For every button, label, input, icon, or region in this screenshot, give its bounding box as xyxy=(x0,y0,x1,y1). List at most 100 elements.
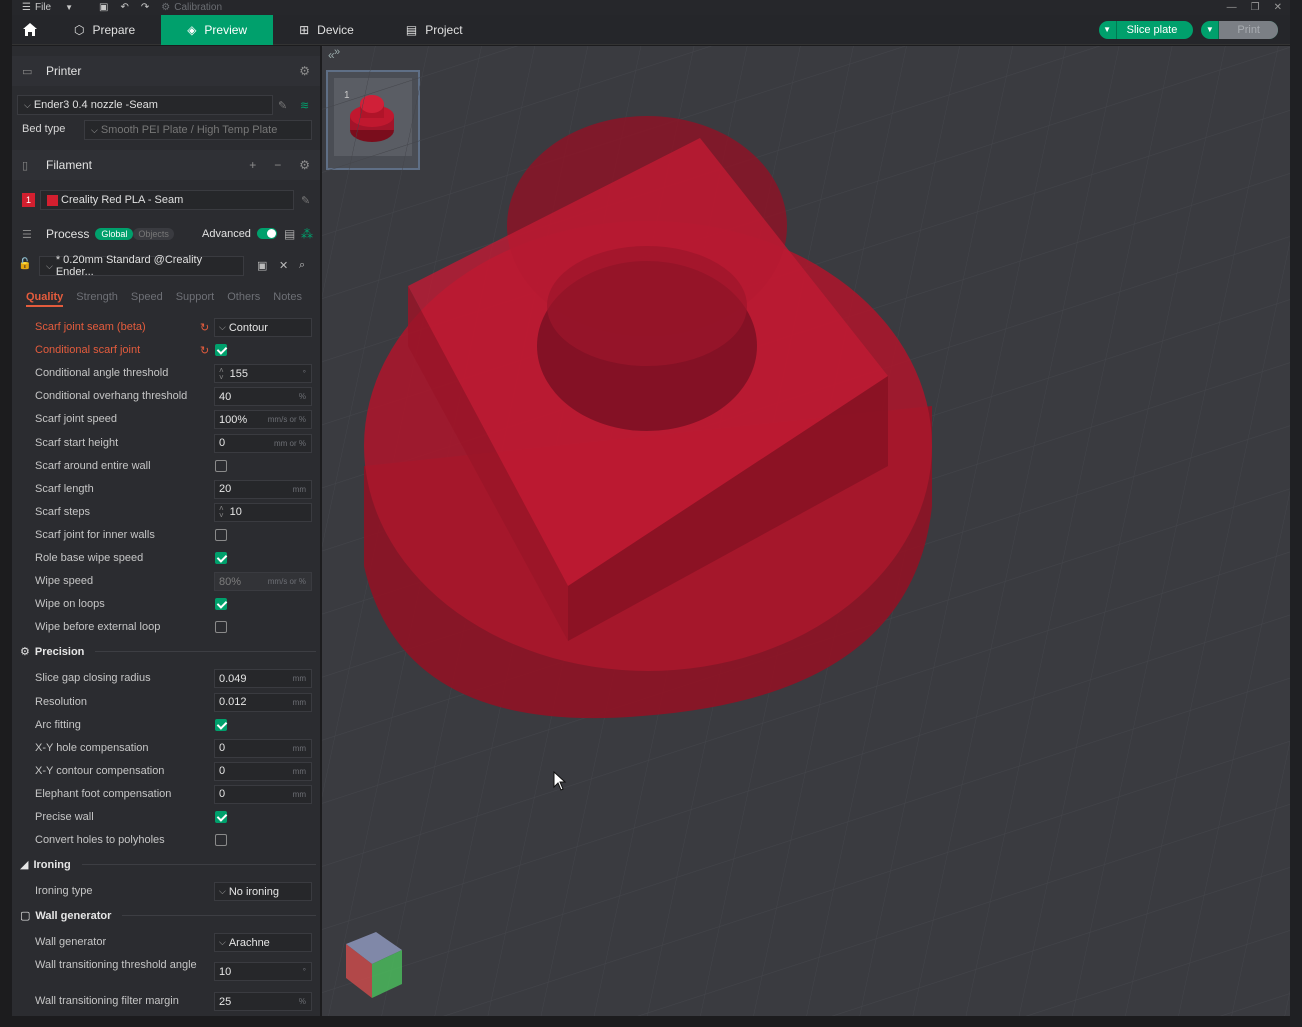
setting-row: Wall transitioning threshold angle 10 ° xyxy=(12,955,320,989)
model-render[interactable] xyxy=(322,46,1290,1016)
setting-input[interactable]: 20 mm xyxy=(214,479,312,499)
main-toolbar: ⬡ Prepare ◈ Preview ⊞ Device ▤ Project ▼… xyxy=(12,15,1290,45)
setting-label: Wall transitioning threshold angle xyxy=(35,959,197,972)
setting-row: Role base wipe speed xyxy=(12,548,320,570)
tab-support[interactable]: Support xyxy=(176,291,215,307)
setting-row: Slice gap closing radius 0.049 mm xyxy=(12,668,320,690)
setting-checkbox[interactable] xyxy=(215,811,227,823)
chevron-down-icon: ▼ xyxy=(65,3,74,12)
filament-select[interactable]: Creality Red PLA - Seam xyxy=(40,190,294,210)
bed-type-label: Bed type xyxy=(22,123,66,135)
sync-icon[interactable]: ⁂ xyxy=(301,227,313,241)
advanced-toggle[interactable] xyxy=(257,228,277,239)
print-button[interactable]: ▼ Print xyxy=(1201,20,1278,39)
spinner-icon[interactable]: ˄ ˅ xyxy=(219,505,224,520)
setting-checkbox[interactable] xyxy=(215,528,227,541)
global-toggle[interactable]: Global xyxy=(95,228,134,240)
redo-icon[interactable]: ↷ xyxy=(141,2,149,13)
view-cube[interactable] xyxy=(336,924,406,1004)
setting-input[interactable]: 0 mm xyxy=(214,784,312,804)
setting-checkbox[interactable] xyxy=(215,718,227,731)
process-preset-select[interactable]: ⌵ * 0.20mm Standard @Creality Ender... xyxy=(39,254,244,278)
setting-label: Scarf joint speed xyxy=(35,413,117,426)
setting-input[interactable]: 10 ° xyxy=(214,962,312,982)
edit-icon[interactable]: ✎ xyxy=(278,99,287,112)
setting-select[interactable]: ⌵ Contour xyxy=(214,318,312,337)
home-button[interactable] xyxy=(12,15,48,44)
setting-checkbox[interactable] xyxy=(215,552,227,564)
tab-others[interactable]: Others xyxy=(227,291,260,307)
reset-icon[interactable]: ↻ xyxy=(200,344,209,357)
remove-icon[interactable]: − xyxy=(274,158,281,172)
tab-quality[interactable]: Quality xyxy=(26,291,64,307)
save-preset-icon[interactable]: ▣ xyxy=(257,259,267,272)
setting-input[interactable]: 100% mm/s or % xyxy=(214,410,312,430)
calibration-icon: ⚙ xyxy=(161,2,171,13)
wifi-icon[interactable]: ≋ xyxy=(300,99,309,112)
setting-label: Ironing type xyxy=(35,885,93,898)
tab-device[interactable]: ⊞ Device xyxy=(273,15,380,45)
setting-input[interactable]: 0 mm xyxy=(214,761,312,781)
setting-input[interactable]: 0.012 mm xyxy=(214,692,312,712)
close-icon[interactable]: ✕ xyxy=(1274,2,1282,13)
setting-input[interactable]: ˄ ˅ 10 xyxy=(214,502,312,522)
tab-notes[interactable]: Notes xyxy=(273,291,302,307)
project-icon: ▤ xyxy=(405,23,418,37)
lock-icon: 🔓 xyxy=(18,258,32,270)
reset-icon[interactable]: ↻ xyxy=(200,321,209,334)
settings-gear-icon[interactable]: ⚙ xyxy=(299,64,310,78)
cube-icon: ⬡ xyxy=(74,23,85,37)
setting-input[interactable]: 40% xyxy=(214,387,312,407)
save-icon[interactable]: ▣ xyxy=(99,2,108,13)
precision-group-header[interactable]: ⚙ Precision xyxy=(20,645,316,659)
setting-checkbox[interactable] xyxy=(215,621,227,634)
setting-input[interactable]: 25% xyxy=(214,992,312,1012)
add-icon[interactable]: + xyxy=(249,158,256,172)
bed-type-select[interactable]: ⌵ Smooth PEI Plate / High Temp Plate xyxy=(84,120,312,140)
tab-speed[interactable]: Speed xyxy=(131,291,163,307)
setting-label: Resolution xyxy=(35,695,87,708)
tab-project[interactable]: ▤ Project xyxy=(380,15,489,45)
maximize-icon[interactable]: ❐ xyxy=(1251,2,1260,13)
setting-checkbox[interactable] xyxy=(215,598,227,611)
tab-strength[interactable]: Strength xyxy=(76,291,118,307)
tab-prepare[interactable]: ⬡ Prepare xyxy=(48,15,161,45)
spinner-icon[interactable]: ˄ ˅ xyxy=(219,366,224,381)
setting-select[interactable]: ⌵ No ironing xyxy=(214,882,312,902)
printer-select[interactable]: ⌵ Ender3 0.4 nozzle -Seam xyxy=(17,95,273,115)
ironing-group-header[interactable]: ◢ Ironing xyxy=(20,858,316,872)
wall-generator-group-header[interactable]: ▢ Wall generator xyxy=(20,909,316,923)
file-menu[interactable]: ☰ File ▼ xyxy=(22,2,73,13)
slice-plate-button[interactable]: ▼ Slice plate xyxy=(1098,20,1194,39)
ironing-icon: ◢ xyxy=(20,859,29,872)
setting-checkbox[interactable] xyxy=(215,344,227,357)
wall-generator-icon: ▢ xyxy=(20,910,31,923)
setting-select[interactable]: ⌵ Arachne xyxy=(214,933,312,953)
setting-row: Convert holes to polyholes xyxy=(12,830,320,852)
setting-input[interactable]: 0.049 mm xyxy=(214,669,312,689)
window-edge xyxy=(1290,0,1302,1027)
setting-input[interactable]: 0 mm or % xyxy=(214,433,312,453)
chevron-down-icon[interactable]: ▼ xyxy=(1099,20,1117,39)
calibration-menu[interactable]: ⚙ Calibration xyxy=(161,2,222,13)
setting-input[interactable]: ˄ ˅ 155 ° xyxy=(214,364,312,384)
setting-row: Wipe speed 80% mm/s or % xyxy=(12,571,320,593)
setting-label: Precise wall xyxy=(35,811,94,823)
objects-toggle[interactable]: Objects xyxy=(133,228,174,240)
setting-input[interactable]: 0 mm xyxy=(214,738,312,758)
setting-checkbox[interactable] xyxy=(215,834,227,847)
3d-viewport[interactable]: « » 1 xyxy=(322,46,1290,1016)
delete-preset-icon[interactable]: ✕ xyxy=(279,259,288,272)
chevron-down-icon[interactable]: ▼ xyxy=(1201,20,1220,39)
minimize-icon[interactable]: — xyxy=(1227,2,1237,13)
setting-input[interactable]: 80% mm/s or % xyxy=(214,572,312,592)
edit-icon[interactable]: ✎ xyxy=(301,194,310,207)
chevron-down-icon: ⌵ xyxy=(91,124,98,135)
compare-icon[interactable]: ▤ xyxy=(284,227,295,241)
settings-gear-icon[interactable]: ⚙ xyxy=(299,158,310,172)
undo-icon[interactable]: ↶ xyxy=(120,2,128,13)
search-icon[interactable]: ⌕ xyxy=(299,259,305,272)
setting-checkbox[interactable] xyxy=(215,459,227,472)
setting-row: Scarf joint seam (beta) ↻ ⌵ Contour xyxy=(12,317,320,339)
tab-preview[interactable]: ◈ Preview xyxy=(161,15,274,45)
